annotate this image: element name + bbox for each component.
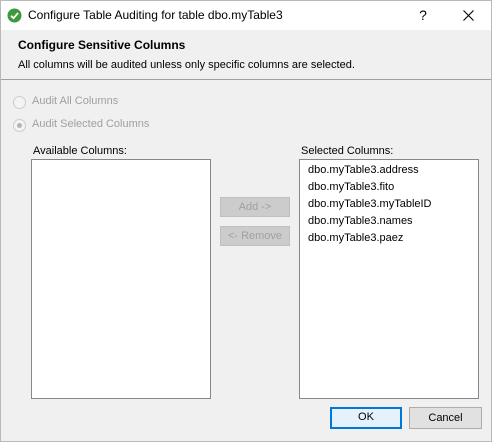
- header-title: Configure Sensitive Columns: [18, 38, 186, 52]
- list-item[interactable]: dbo.myTable3.address: [308, 164, 419, 176]
- available-columns-label: Available Columns:: [33, 145, 127, 157]
- list-item[interactable]: dbo.myTable3.fito: [308, 181, 394, 193]
- radio-selected-dot: [17, 123, 22, 128]
- available-columns-list[interactable]: [31, 159, 211, 399]
- ok-button[interactable]: OK: [330, 407, 402, 429]
- radio-label: Audit All Columns: [32, 95, 119, 107]
- close-button[interactable]: [450, 1, 488, 30]
- radio-circle: [13, 119, 26, 132]
- selected-columns-list[interactable]: dbo.myTable3.address dbo.myTable3.fito d…: [299, 159, 479, 399]
- cancel-button[interactable]: Cancel: [409, 407, 482, 429]
- green-check-circle-icon: [7, 8, 22, 23]
- configure-table-auditing-dialog: Configure Table Auditing for table dbo.m…: [0, 0, 492, 442]
- header-panel: Configure Sensitive Columns All columns …: [1, 30, 491, 80]
- selected-columns-label: Selected Columns:: [301, 145, 394, 157]
- remove-button[interactable]: <- Remove: [220, 226, 290, 246]
- radio-label: Audit Selected Columns: [32, 118, 150, 130]
- list-item[interactable]: dbo.myTable3.myTableID: [308, 198, 432, 210]
- list-item[interactable]: dbo.myTable3.paez: [308, 232, 403, 244]
- window-title: Configure Table Auditing for table dbo.m…: [28, 8, 283, 22]
- help-button[interactable]: ?: [406, 1, 440, 30]
- radio-circle: [13, 96, 26, 109]
- list-item[interactable]: dbo.myTable3.names: [308, 215, 413, 227]
- close-icon: [463, 10, 474, 21]
- header-description: All columns will be audited unless only …: [18, 59, 355, 71]
- add-button[interactable]: Add ->: [220, 197, 290, 217]
- title-bar: Configure Table Auditing for table dbo.m…: [1, 1, 491, 30]
